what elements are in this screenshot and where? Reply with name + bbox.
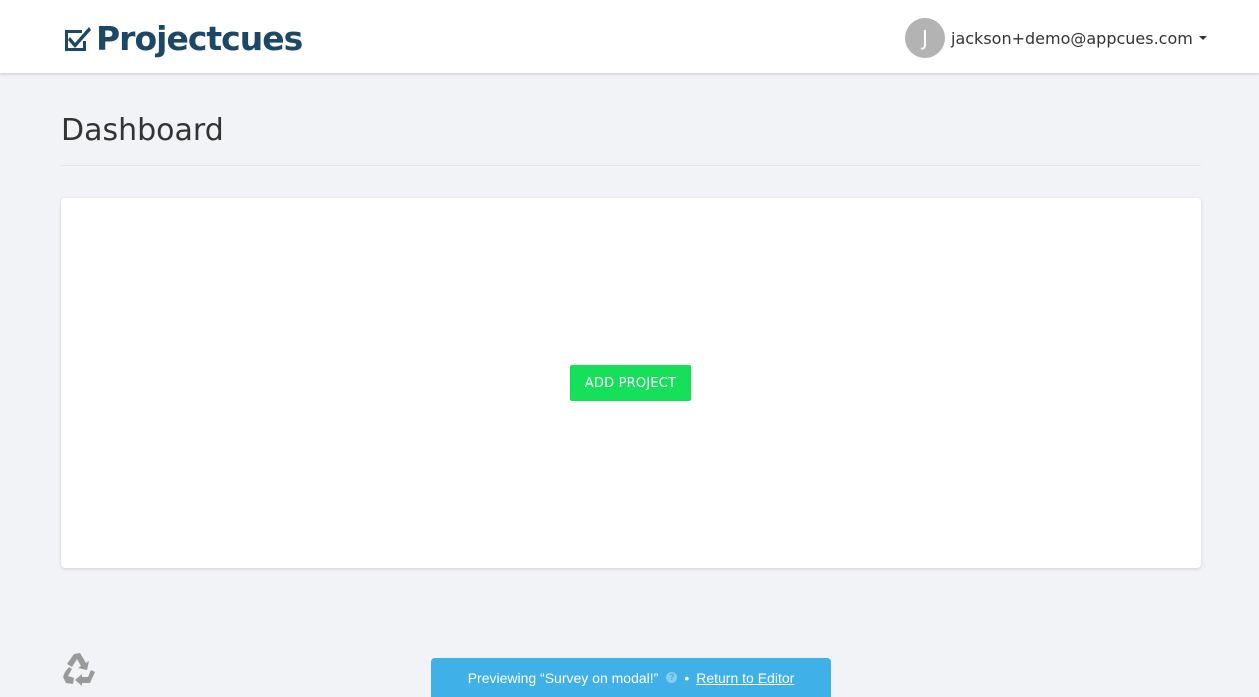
separator-dot: • — [684, 669, 690, 686]
page-title: Dashboard — [61, 113, 224, 148]
top-navbar: Projectcues J jackson+demo@appcues.com — [0, 0, 1259, 73]
recycle-icon — [63, 653, 95, 686]
user-menu[interactable]: J jackson+demo@appcues.com — [905, 18, 1207, 58]
preview-bar: Previewing “Survey on modal!” ? • Return… — [431, 658, 831, 697]
app-logo[interactable]: Projectcues — [62, 18, 303, 60]
help-circle-icon[interactable]: ? — [666, 672, 678, 683]
checkbox-check-icon — [65, 27, 91, 51]
user-email: jackson+demo@appcues.com — [951, 28, 1193, 48]
avatar-initial: J — [922, 26, 928, 50]
preview-message: Previewing “Survey on modal!” — [467, 669, 659, 686]
logo-text: Projectcues — [96, 19, 303, 58]
caret-down-icon — [1198, 36, 1207, 40]
title-divider — [61, 165, 1201, 166]
avatar: J — [905, 18, 945, 58]
return-to-editor-link[interactable]: Return to Editor — [696, 670, 794, 686]
add-project-button[interactable]: ADD PROJECT — [570, 365, 691, 401]
